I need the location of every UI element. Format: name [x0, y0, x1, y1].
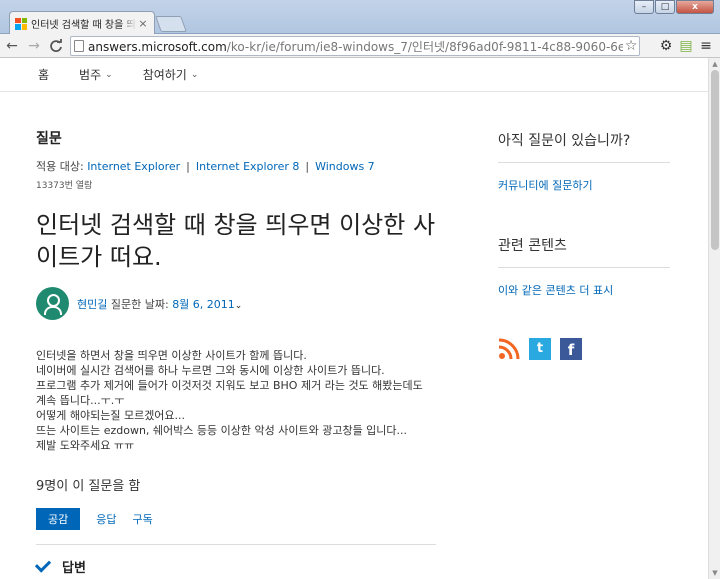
question-title: 인터넷 검색할 때 창을 띄우면 이상한 사이트가 떠요. [36, 211, 436, 271]
tab-title: 인터넷 검색할 때 창을 띄 [31, 20, 136, 31]
author-row: 현민길 질문한 날짜: 8월 6, 2011⌄ [36, 287, 436, 320]
facebook-icon[interactable]: f [560, 338, 582, 360]
body-line: 뜨는 사이트는 ezdown, 쉐어박스 등등 이상한 악성 사이트와 광고창들… [36, 424, 408, 437]
more-like-link[interactable]: 이와 같은 콘텐츠 더 표시 [498, 282, 670, 298]
site-nav: 홈 범주 ⌄ 참여하기 ⌄ [0, 58, 708, 92]
agree-button[interactable]: 공감 [36, 508, 81, 530]
url-path: /ko-kr/ie/forum/ie8-windows_7/인터넷/8f96ad… [226, 39, 623, 54]
body-line: 인터넷을 하면서 창을 띄우면 이상한 사이트가 함께 뜹니다. [36, 349, 307, 362]
url-host: answers.microsoft.com [88, 39, 227, 54]
applies-prefix: 적용 대상: [36, 160, 84, 173]
extension-icon[interactable]: ▤ [676, 36, 696, 56]
answers-header: 답변 [34, 556, 436, 576]
tab-close-icon[interactable]: × [137, 17, 149, 30]
nav-categories-label: 범주 [79, 68, 102, 82]
scroll-down-arrow-icon[interactable]: ▼ [709, 567, 720, 579]
body-line: 네이버에 실시간 검색어를 하나 누르면 그와 동시에 이상한 사이트가 뜹니다… [36, 364, 385, 377]
separator: | [305, 160, 310, 173]
asked-date[interactable]: 8월 6, 2011 [172, 298, 235, 311]
same-question-count: 9명이 이 질문을 함 [36, 479, 141, 494]
address-bar[interactable]: answers.microsoft.com/ko-kr/ie/forum/ie8… [70, 36, 640, 56]
toolbar-right: ⚙ ▤ ≡ [656, 36, 716, 56]
reload-icon [50, 38, 62, 52]
nav-participate[interactable]: 참여하기 ⌄ [143, 66, 199, 83]
menu-icon[interactable]: ≡ [696, 36, 716, 56]
window-controls: – □ x [633, 0, 714, 14]
microsoft-logo-icon [15, 17, 27, 30]
maximize-button[interactable]: □ [655, 0, 675, 14]
body-line: 어떻게 해야되는질 모르겠어요... [36, 409, 186, 422]
body-line: 프로그램 추가 제거에 들어가 이것저것 지워도 보고 BHO 제거 라는 것도… [36, 379, 423, 407]
chevron-down-icon: ⌄ [190, 69, 199, 80]
reply-button[interactable]: 응답 [96, 511, 116, 527]
sidebar: 아직 질문이 있습니까? 커뮤니티에 질문하기 관련 콘텐츠 이와 같은 콘텐츠… [498, 130, 670, 360]
nav-participate-label: 참여하기 [142, 68, 187, 82]
question-label: 질문 [36, 131, 62, 147]
applies-link-ie[interactable]: Internet Explorer [87, 160, 180, 173]
body-line: 제발 도와주세요 ㅠㅠ [36, 439, 135, 452]
nav-categories[interactable]: 범주 ⌄ [79, 66, 113, 83]
asked-label: 질문한 날짜: [110, 297, 169, 311]
browser-tab[interactable]: 인터넷 검색할 때 창을 띄 × [9, 11, 155, 35]
reload-button[interactable] [46, 36, 66, 56]
page-icon [74, 40, 84, 52]
back-button[interactable]: ← [2, 36, 22, 56]
view-count: 13373번 열람 [36, 181, 93, 191]
rss-icon[interactable] [498, 338, 520, 360]
new-tab-button[interactable] [155, 16, 187, 32]
browser-toolbar: ← → answers.microsoft.com/ko-kr/ie/forum… [0, 34, 720, 58]
answers-label: 답변 [62, 561, 86, 576]
author-name[interactable]: 현민길 [77, 298, 107, 311]
scroll-up-arrow-icon[interactable]: ▲ [709, 58, 720, 70]
question-actions: 공감 응답 구독 [36, 508, 436, 545]
minimize-button[interactable]: – [634, 0, 654, 14]
social-links: t f [498, 338, 670, 360]
question-body: 인터넷을 하면서 창을 띄우면 이상한 사이트가 함께 뜹니다. 네이버에 실시… [36, 348, 436, 453]
still-question-heading: 아직 질문이 있습니까? [498, 130, 670, 163]
forward-button[interactable]: → [24, 36, 44, 56]
subscribe-button[interactable]: 구독 [133, 511, 153, 527]
ask-community-link[interactable]: 커뮤니티에 질문하기 [498, 177, 670, 193]
applies-to: 적용 대상: Internet Explorer | Internet Explor… [36, 158, 436, 174]
page-scrollbar[interactable]: ▲ ▼ [708, 58, 720, 579]
nav-home-label: 홈 [38, 68, 50, 82]
scroll-thumb[interactable] [711, 70, 719, 250]
chevron-down-icon[interactable]: ⌄ [235, 301, 243, 311]
author-line: 현민길 질문한 날짜: 8월 6, 2011⌄ [77, 296, 242, 312]
checkmark-icon [34, 556, 52, 573]
page-viewport: 홈 범주 ⌄ 참여하기 ⌄ 질문 적용 대상: Internet Explorer |… [0, 58, 720, 579]
applies-link-win7[interactable]: Windows 7 [315, 160, 375, 173]
twitter-icon[interactable]: t [529, 338, 551, 360]
nav-home[interactable]: 홈 [38, 66, 49, 83]
applies-link-ie8[interactable]: Internet Explorer 8 [196, 160, 299, 173]
separator: | [186, 160, 190, 173]
related-heading: 관련 콘텐츠 [498, 235, 670, 268]
close-window-button[interactable]: x [676, 0, 714, 14]
avatar[interactable] [36, 287, 69, 320]
url-text[interactable]: answers.microsoft.com/ko-kr/ie/forum/ie8… [88, 38, 623, 55]
chevron-down-icon: ⌄ [105, 69, 113, 80]
question-main: 질문 적용 대상: Internet Explorer | Internet Exp… [34, 128, 436, 576]
settings-gear-icon[interactable]: ⚙ [656, 36, 676, 56]
browser-titlebar: 인터넷 검색할 때 창을 띄 × – □ x [0, 0, 720, 35]
bookmark-star-icon[interactable]: ☆ [623, 38, 639, 54]
